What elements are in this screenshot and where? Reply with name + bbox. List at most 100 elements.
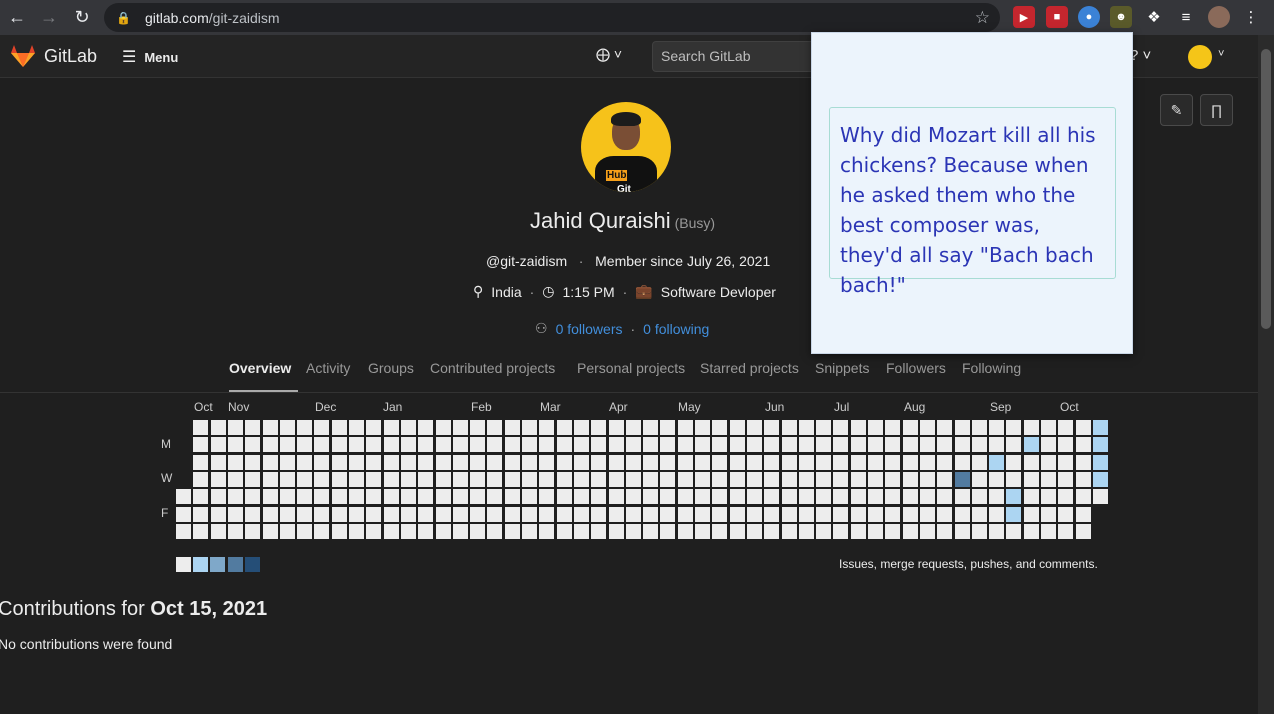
contribution-day-cell[interactable] [176,489,191,505]
contribution-day-cell[interactable] [1006,489,1022,505]
contribution-day-cell[interactable] [279,523,295,539]
contribution-day-cell[interactable] [1075,471,1091,487]
contribution-day-cell[interactable] [331,420,347,435]
forward-icon[interactable]: → [34,2,64,32]
contribution-day-cell[interactable] [608,471,624,487]
new-item-dropdown[interactable]: ⨁ ˅ [596,46,622,63]
contribution-day-cell[interactable] [331,454,347,470]
contribution-day-cell[interactable] [522,471,537,487]
contribution-day-cell[interactable] [764,523,780,539]
contribution-day-cell[interactable] [1092,471,1108,487]
contribution-day-cell[interactable] [400,454,416,470]
tab-overview[interactable]: Overview [229,360,291,376]
contribution-day-cell[interactable] [816,454,832,470]
contribution-day-cell[interactable] [539,437,555,453]
tab-starred-projects[interactable]: Starred projects [700,360,799,376]
contribution-day-cell[interactable] [850,506,866,522]
reading-list-icon[interactable]: ≡ [1175,6,1197,28]
contribution-day-cell[interactable] [487,489,503,505]
contribution-day-cell[interactable] [643,437,659,453]
contribution-day-cell[interactable] [954,471,970,487]
contribution-day-cell[interactable] [660,489,676,505]
contribution-day-cell[interactable] [1058,471,1074,487]
followers-link[interactable]: 0 followers [556,321,623,337]
contribution-day-cell[interactable] [833,471,849,487]
extension-icon[interactable]: ▶ [1013,6,1035,28]
contribution-day-cell[interactable] [522,454,537,470]
bookmark-star-icon[interactable]: ☆ [975,8,990,28]
contribution-day-cell[interactable] [850,420,866,435]
contribution-day-cell[interactable] [573,420,589,435]
contribution-day-cell[interactable] [781,489,797,505]
contribution-day-cell[interactable] [885,506,901,522]
contribution-day-cell[interactable] [331,523,347,539]
contribution-day-cell[interactable] [210,437,226,453]
contribution-day-cell[interactable] [210,506,226,522]
contribution-day-cell[interactable] [781,506,797,522]
contribution-day-cell[interactable] [400,523,416,539]
contribution-day-cell[interactable] [470,506,486,522]
contribution-day-cell[interactable] [816,471,832,487]
contribution-day-cell[interactable] [262,454,278,470]
contribution-day-cell[interactable] [262,489,278,505]
contribution-day-cell[interactable] [937,489,953,505]
contribution-day-cell[interactable] [314,506,330,522]
contribution-day-cell[interactable] [383,454,399,470]
contribution-day-cell[interactable] [660,471,676,487]
contribution-day-cell[interactable] [1092,437,1108,453]
contribution-day-cell[interactable] [366,489,382,505]
contribution-day-cell[interactable] [1023,454,1039,470]
contribution-day-cell[interactable] [746,523,762,539]
contribution-day-cell[interactable] [1023,506,1039,522]
contribution-day-cell[interactable] [971,489,987,505]
contribution-day-cell[interactable] [539,454,555,470]
contribution-day-cell[interactable] [971,471,987,487]
contribution-day-cell[interactable] [677,454,693,470]
contribution-day-cell[interactable] [556,454,572,470]
contribution-day-cell[interactable] [868,437,883,453]
contribution-day-cell[interactable] [660,523,676,539]
tab-contributed-projects[interactable]: Contributed projects [430,360,555,376]
contribution-day-cell[interactable] [573,454,589,470]
contribution-day-cell[interactable] [989,506,1005,522]
contribution-day-cell[interactable] [573,437,589,453]
contribution-day-cell[interactable] [677,489,693,505]
contribution-day-cell[interactable] [1041,523,1056,539]
contribution-day-cell[interactable] [452,437,468,453]
contribution-day-cell[interactable] [746,437,762,453]
contribution-day-cell[interactable] [418,506,434,522]
contribution-day-cell[interactable] [366,471,382,487]
contribution-day-cell[interactable] [746,420,762,435]
contribution-day-cell[interactable] [297,523,313,539]
contribution-day-cell[interactable] [227,489,243,505]
contribution-day-cell[interactable] [1058,506,1074,522]
contribution-day-cell[interactable] [885,471,901,487]
contribution-day-cell[interactable] [556,523,572,539]
rss-button[interactable]: ∏ [1200,94,1233,126]
contribution-day-cell[interactable] [781,437,797,453]
contribution-day-cell[interactable] [798,420,814,435]
contribution-day-cell[interactable] [556,489,572,505]
contribution-day-cell[interactable] [608,506,624,522]
contribution-day-cell[interactable] [919,489,935,505]
contribution-day-cell[interactable] [1092,454,1108,470]
contribution-day-cell[interactable] [522,420,537,435]
contribution-day-cell[interactable] [366,523,382,539]
contribution-day-cell[interactable] [279,420,295,435]
contribution-day-cell[interactable] [452,471,468,487]
contribution-day-cell[interactable] [902,523,918,539]
contribution-day-cell[interactable] [885,454,901,470]
contribution-day-cell[interactable] [816,437,832,453]
contribution-day-cell[interactable] [868,454,883,470]
contribution-day-cell[interactable] [989,471,1005,487]
contribution-day-cell[interactable] [971,506,987,522]
contribution-day-cell[interactable] [193,506,209,522]
contribution-day-cell[interactable] [539,506,555,522]
contribution-day-cell[interactable] [1023,437,1039,453]
contribution-day-cell[interactable] [366,437,382,453]
contribution-day-cell[interactable] [746,471,762,487]
contribution-day-cell[interactable] [1041,437,1056,453]
contribution-day-cell[interactable] [885,489,901,505]
contribution-day-cell[interactable] [764,420,780,435]
contribution-day-cell[interactable] [989,489,1005,505]
